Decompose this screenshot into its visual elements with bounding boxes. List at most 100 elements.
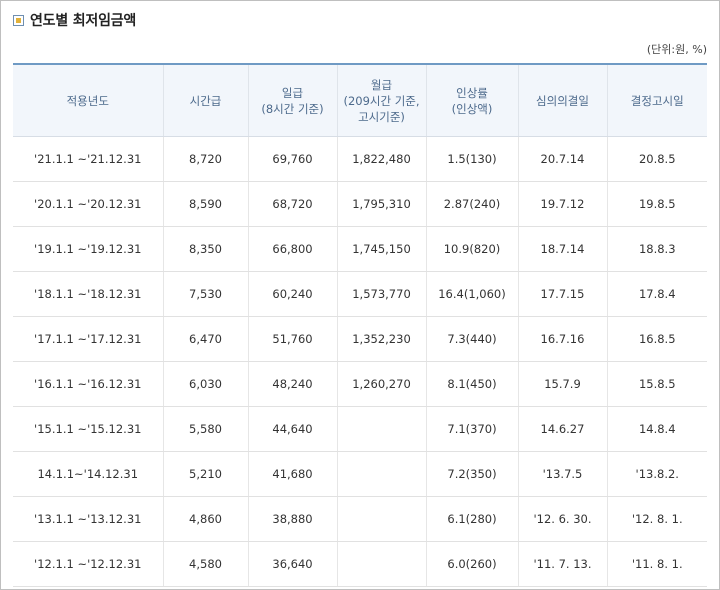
table-cell: 36,640	[248, 541, 338, 587]
table-cell: 51,760	[248, 316, 338, 362]
table-cell: 17.7.15	[518, 271, 608, 317]
table-cell: '18.1.1 ~'18.12.31	[13, 271, 164, 317]
table-cell	[337, 496, 427, 542]
table-cell: '16.1.1 ~'16.12.31	[13, 361, 164, 407]
table-cell: 18.7.14	[518, 226, 608, 272]
column-header-line: 시간급	[189, 93, 222, 108]
page-title: 연도별 최저임금액	[30, 13, 137, 29]
table-cell: 20.7.14	[518, 136, 608, 182]
unit-label: (단위:원, %)	[646, 43, 707, 56]
table-cell: 1,260,270	[337, 361, 427, 407]
table-cell: 7.1(370)	[426, 406, 519, 452]
table-cell: 4,860	[163, 496, 249, 542]
table-cell: 5,210	[163, 451, 249, 497]
table-cell: '13.8.2.	[607, 451, 707, 497]
table-row: '15.1.1 ~'15.12.31 5,580 44,640 7.1(370) 14.…	[13, 406, 707, 452]
table-cell: 10.9(820)	[426, 226, 519, 272]
table-cell: 2.87(240)	[426, 181, 519, 227]
section-bullet-icon	[13, 14, 24, 26]
table-row: '21.1.1 ~'21.12.31 8,720 69,760 1,822,480 1.…	[13, 136, 707, 182]
table-cell: 18.8.3	[607, 226, 707, 272]
table-cell: 6,030	[163, 361, 249, 407]
table-cell: 17.8.4	[607, 271, 707, 317]
table-cell: 1,795,310	[337, 181, 427, 227]
table-cell: '13.7.5	[518, 451, 608, 497]
column-header: 적용년도	[13, 64, 164, 137]
table-cell: 1,745,150	[337, 226, 427, 272]
table-cell: '12. 8. 1.	[607, 496, 707, 542]
table-cell: 15.8.5	[607, 361, 707, 407]
table-cell: 7.2(350)	[426, 451, 519, 497]
table-cell: 4,580	[163, 541, 249, 587]
column-header-line: (인상액)	[451, 101, 493, 116]
column-header-line: 고시기준)	[358, 109, 405, 124]
table-cell: 14.6.27	[518, 406, 608, 452]
table-cell: 60,240	[248, 271, 338, 317]
table-cell: '11. 7. 13.	[518, 541, 608, 587]
table-cell	[337, 406, 427, 452]
table-cell: 6,470	[163, 316, 249, 362]
table-cell: 48,240	[248, 361, 338, 407]
table-cell: 8,720	[163, 136, 249, 182]
column-header-line: 심의의결일	[536, 93, 589, 108]
table-cell	[337, 451, 427, 497]
column-header: 심의의결일	[518, 64, 608, 137]
table-row: '12.1.1 ~'12.12.31 4,580 36,640 6.0(260) '11…	[13, 541, 707, 587]
table-row: '19.1.1 ~'19.12.31 8,350 66,800 1,745,150 10…	[13, 226, 707, 272]
table-cell: '17.1.1 ~'17.12.31	[13, 316, 164, 362]
table-cell: 38,880	[248, 496, 338, 542]
table-cell: 7,530	[163, 271, 249, 317]
table-row: '20.1.1 ~'20.12.31 8,590 68,720 1,795,310 2.…	[13, 181, 707, 227]
table-row: '16.1.1 ~'16.12.31 6,030 48,240 1,260,270 8.…	[13, 361, 707, 407]
table-body: '21.1.1 ~'21.12.31 8,720 69,760 1,822,480 1.…	[13, 136, 707, 587]
table-header-row: 적용년도 시간급 일급 (8시간 기준) 월급 (209시간 기준, 고시기준) 인상률 (인상…	[13, 64, 707, 137]
section-title: 연도별 최저임금액	[13, 10, 136, 30]
column-header: 월급 (209시간 기준, 고시기준)	[337, 64, 427, 137]
table-cell: 19.7.12	[518, 181, 608, 227]
column-header-line: 일급	[281, 85, 304, 100]
table-cell: 1,822,480	[337, 136, 427, 182]
table-row: '13.1.1 ~'13.12.31 4,860 38,880 6.1(280) '12…	[13, 496, 707, 542]
table-cell: 15.7.9	[518, 361, 608, 407]
table-cell	[337, 541, 427, 587]
table-cell: 69,760	[248, 136, 338, 182]
table-cell: '19.1.1 ~'19.12.31	[13, 226, 164, 272]
table-cell: 20.8.5	[607, 136, 707, 182]
table-cell: 41,680	[248, 451, 338, 497]
column-header-line: (8시간 기준)	[261, 101, 324, 116]
column-header-line: 인상률	[456, 85, 488, 100]
table-cell: '15.1.1 ~'15.12.31	[13, 406, 164, 452]
table-cell: 16.7.16	[518, 316, 608, 362]
column-header-line: 적용년도	[66, 93, 109, 108]
table-cell: 19.8.5	[607, 181, 707, 227]
table-cell: 1.5(130)	[426, 136, 519, 182]
table-cell: '12. 6. 30.	[518, 496, 608, 542]
table-cell: 8,590	[163, 181, 249, 227]
wage-table-container: 적용년도 시간급 일급 (8시간 기준) 월급 (209시간 기준, 고시기준) 인상률 (인상…	[13, 63, 707, 587]
column-header: 일급 (8시간 기준)	[248, 64, 338, 137]
table-cell: 8.1(450)	[426, 361, 519, 407]
table-row: '18.1.1 ~'18.12.31 7,530 60,240 1,573,770 16…	[13, 271, 707, 317]
table-cell: '12.1.1 ~'12.12.31	[13, 541, 164, 587]
table-cell: 1,573,770	[337, 271, 427, 317]
column-header-line: 월급	[370, 77, 393, 92]
table-cell: 8,350	[163, 226, 249, 272]
table-cell: 6.0(260)	[426, 541, 519, 587]
table-row: 14.1.1~'14.12.31 5,210 41,680 7.2(350) '13.7…	[13, 451, 707, 497]
table-cell: 14.1.1~'14.12.31	[13, 451, 164, 497]
column-header: 결정고시일	[607, 64, 707, 137]
table-cell: 14.8.4	[607, 406, 707, 452]
table-cell: 16.4(1,060)	[426, 271, 519, 317]
table-cell: '20.1.1 ~'20.12.31	[13, 181, 164, 227]
table-cell: '11. 8. 1.	[607, 541, 707, 587]
minimum-wage-table: 적용년도 시간급 일급 (8시간 기준) 월급 (209시간 기준, 고시기준) 인상률 (인상…	[13, 63, 707, 587]
table-cell: 66,800	[248, 226, 338, 272]
table-cell: 5,580	[163, 406, 249, 452]
table-cell: 1,352,230	[337, 316, 427, 362]
column-header-line: 결정고시일	[630, 93, 684, 108]
table-cell: 68,720	[248, 181, 338, 227]
table-cell: 16.8.5	[607, 316, 707, 362]
column-header: 시간급	[163, 64, 249, 137]
table-cell: 7.3(440)	[426, 316, 519, 362]
column-header: 인상률 (인상액)	[426, 64, 519, 137]
